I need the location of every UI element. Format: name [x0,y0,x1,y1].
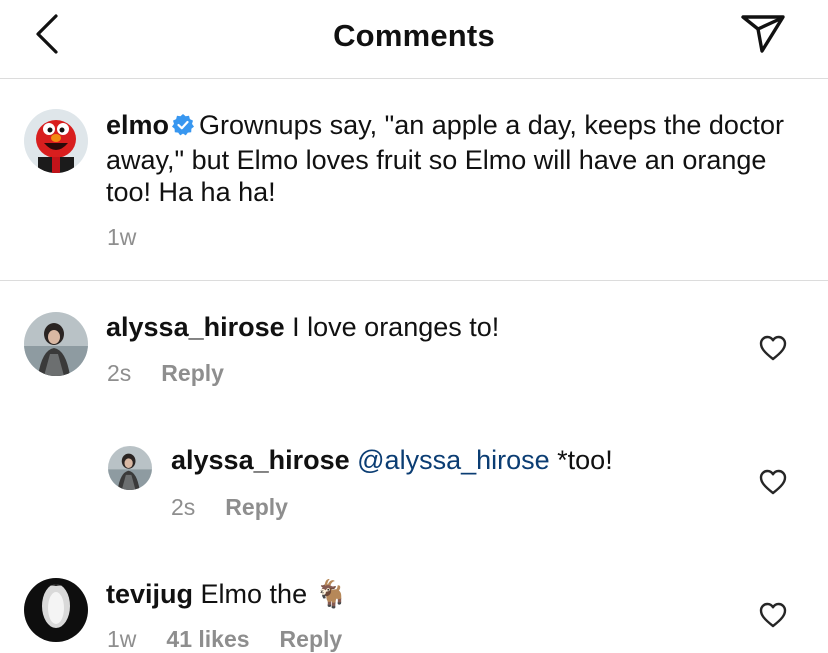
comment-text: I love oranges to! [292,312,500,342]
comment-username[interactable]: alyssa_hirose [106,312,285,342]
avatar[interactable] [24,109,88,173]
reply-button[interactable]: Reply [161,360,224,386]
caption-text-block: elmo Grownups say, "an apple a day, keeps… [106,109,806,208]
alyssa-avatar-image [24,312,88,376]
reply-username[interactable]: alyssa_hirose [171,445,350,475]
reply-button[interactable]: Reply [280,626,343,652]
elmo-avatar-image [24,109,88,173]
comment-meta: 2s Reply [107,360,254,387]
tevijug-avatar-image [24,578,88,642]
comment-timestamp: 2s [107,360,132,386]
alyssa-avatar-image [108,446,152,490]
share-button[interactable] [738,13,788,57]
avatar[interactable] [24,312,88,376]
heart-icon [759,469,787,495]
caption-meta: 1w [107,224,166,251]
reply-button[interactable]: Reply [225,494,288,520]
header-bar: Comments [0,0,828,79]
comment-text: Elmo the 🐐 [200,579,349,609]
avatar[interactable] [24,578,88,642]
reply-text-block: alyssa_hirose @alyssa_hirose *too! [171,444,731,476]
comment-meta: 1w 41 likes Reply [107,626,372,653]
caption-timestamp: 1w [107,224,137,250]
comment-username[interactable]: tevijug [106,579,193,609]
reply-timestamp: 2s [171,494,196,520]
like-button[interactable] [758,334,788,362]
page-title: Comments [333,18,495,53]
likes-count[interactable]: 41 likes [166,626,249,652]
mention-link[interactable]: @alyssa_hirose [357,445,550,475]
comment-text-block: alyssa_hirose I love oranges to! [106,311,726,343]
avatar[interactable] [108,446,152,490]
heart-icon [759,602,787,628]
heart-icon [759,335,787,361]
caption-text: Grownups say, "an apple a day, keeps the… [106,110,784,207]
comment-timestamp: 1w [107,626,137,652]
reply-text: *too! [557,445,613,475]
caption-username[interactable]: elmo [106,110,169,140]
reply-meta: 2s Reply [171,494,318,521]
like-button[interactable] [758,468,788,496]
comment-text-block: tevijug Elmo the 🐐 [106,578,726,610]
post-caption: elmo Grownups say, "an apple a day, keeps… [0,79,828,281]
like-button[interactable] [758,601,788,629]
send-icon [741,15,785,53]
verified-badge-icon [171,112,195,144]
